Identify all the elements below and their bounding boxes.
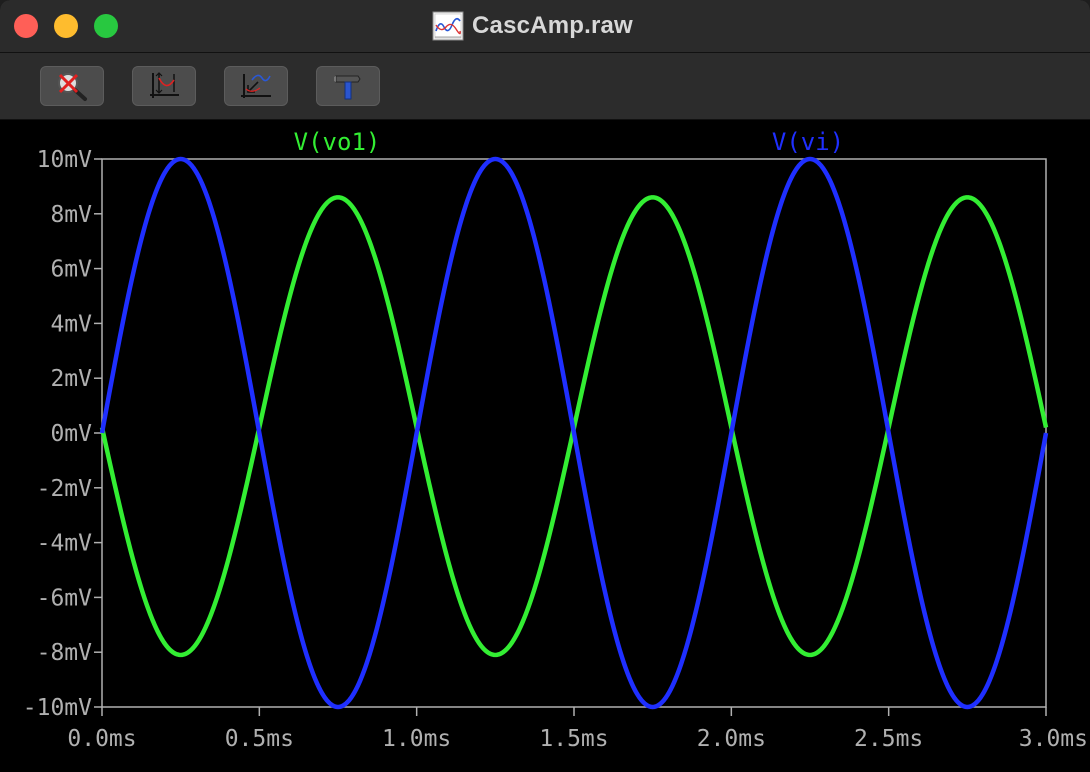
zoom-cancel-button[interactable]: [40, 66, 104, 106]
waveform-chart[interactable]: 10mV 8mV 6mV 4mV 2mV 0mV -2mV -4mV -6mV -8mV -10mV…: [0, 120, 1090, 772]
x-tick-label: 0.5ms: [225, 726, 294, 752]
zoom-back-button[interactable]: [224, 66, 288, 106]
y-tick-label: 6mV: [50, 257, 92, 283]
tools-button[interactable]: [316, 66, 380, 106]
x-tick-label: 0.0ms: [67, 726, 136, 752]
x-tick-label: 1.0ms: [382, 726, 451, 752]
trace-label-vvi[interactable]: V(vi): [772, 128, 844, 156]
close-window-button[interactable]: [14, 14, 38, 38]
y-tick-label: -4mV: [37, 531, 93, 557]
title-bar[interactable]: CascAmp.raw: [0, 0, 1090, 53]
x-tick-label: 2.0ms: [697, 726, 766, 752]
y-tick-label: 2mV: [50, 366, 92, 392]
y-tick-label: -10mV: [23, 695, 92, 721]
minimize-window-button[interactable]: [54, 14, 78, 38]
x-tick-label: 2.5ms: [854, 726, 923, 752]
waveform-plot-area[interactable]: 10mV 8mV 6mV 4mV 2mV 0mV -2mV -4mV -6mV -8mV -10mV…: [0, 120, 1090, 772]
window-title: CascAmp.raw: [472, 12, 633, 39]
window-title-group: CascAmp.raw: [432, 10, 633, 42]
y-tick-label: -2mV: [37, 476, 93, 502]
y-tick-label: -6mV: [37, 585, 93, 611]
y-tick-label: -8mV: [37, 640, 93, 666]
hammer-icon: [334, 75, 361, 100]
series-line-vvi[interactable]: [99, 156, 1049, 710]
trace-label-vvo1[interactable]: V(vo1): [294, 128, 381, 156]
autorange-axes-icon: [150, 72, 179, 98]
zoom-back-icon: [241, 74, 271, 98]
y-tick-label: 8mV: [50, 202, 92, 228]
waveform-viewer-window: CascAmp.raw 10mV 8mV 6mV 4mV 2mV 0mV -2m…: [0, 0, 1090, 772]
y-tick-label: 10mV: [37, 147, 93, 173]
waveform-document-icon: [432, 11, 464, 41]
x-tick-label: 3.0ms: [1019, 726, 1088, 752]
zoom-window-button[interactable]: [94, 14, 118, 38]
y-tick-label: 4mV: [50, 311, 92, 337]
autorange-button[interactable]: [132, 66, 196, 106]
y-tick-label: 0mV: [50, 421, 92, 447]
x-tick-label: 1.5ms: [539, 726, 608, 752]
magnifier-cancel-icon: [58, 73, 87, 101]
toolbar: [0, 53, 1090, 120]
